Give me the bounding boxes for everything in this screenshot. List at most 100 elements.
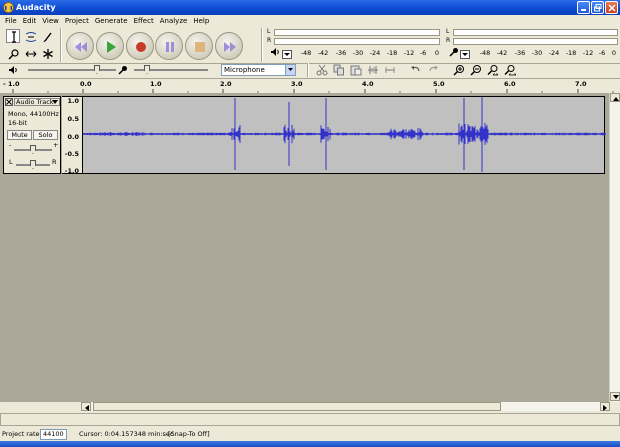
- redo-button[interactable]: [427, 64, 440, 76]
- playback-meter-right-bar: [274, 38, 440, 45]
- output-volume-icon: [9, 66, 17, 74]
- menu-file[interactable]: File: [2, 15, 20, 27]
- silence-button[interactable]: [384, 64, 397, 76]
- title-bar[interactable]: Audacity: [0, 0, 620, 15]
- meter-tick: 0: [611, 49, 617, 57]
- gain-plus-label: +: [53, 141, 59, 149]
- horizontal-scrollbar[interactable]: [81, 402, 610, 411]
- scroll-left-button[interactable]: [81, 402, 91, 411]
- toolbar-separator: [307, 63, 309, 77]
- envelope-icon: [25, 32, 37, 42]
- track-name-menu[interactable]: Audio Track: [14, 98, 60, 106]
- menu-effect[interactable]: Effect: [131, 15, 157, 27]
- undo-icon: [411, 66, 420, 72]
- record-meter-right-label: R: [446, 37, 451, 44]
- menu-help[interactable]: Help: [190, 15, 212, 27]
- waveform-path: [83, 97, 606, 172]
- playback-meter-right-label: R: [267, 37, 272, 44]
- draw-tool-button[interactable]: [40, 29, 54, 43]
- scroll-up-button[interactable]: [610, 93, 620, 102]
- meter-tick: -30: [531, 49, 543, 57]
- fit-selection-button[interactable]: [487, 64, 500, 76]
- pan-slider-thumb[interactable]: [30, 160, 36, 169]
- playback-meter-left-bar: [274, 29, 440, 36]
- track-workspace[interactable]: Audio Track Mono, 44100Hz 16-bit Mute So…: [0, 93, 612, 402]
- scroll-right-button[interactable]: [600, 402, 610, 411]
- input-volume-mic-icon: [118, 66, 127, 75]
- track-name: Audio Track: [16, 98, 54, 106]
- menu-generate[interactable]: Generate: [92, 15, 131, 27]
- minimize-button[interactable]: [577, 1, 590, 14]
- cursor-position: Cursor: 0:04.157348 min:sec: [79, 430, 174, 438]
- trim-icon: [368, 66, 378, 74]
- input-source-select[interactable]: Microphone: [221, 64, 296, 76]
- fit-project-button[interactable]: [504, 64, 517, 76]
- cut-button[interactable]: [316, 64, 329, 76]
- timeline-ruler[interactable]: - 1.0 0.0 1.0 2.0 3.0 4.0 5.0 6.0 7.0: [0, 78, 620, 94]
- scale-label: -1.0: [64, 167, 79, 175]
- close-icon: [608, 4, 616, 12]
- selection-tool-button[interactable]: [6, 29, 20, 43]
- snap-status: [Snap-To Off]: [168, 430, 210, 438]
- trim-button[interactable]: [367, 64, 380, 76]
- mute-button[interactable]: Mute: [7, 130, 32, 140]
- solo-button[interactable]: Solo: [33, 130, 58, 140]
- input-source-value: Microphone: [224, 66, 265, 74]
- pan-right-label: R: [52, 158, 57, 166]
- zoom-out-button[interactable]: [470, 64, 483, 76]
- chevron-down-icon: [52, 100, 58, 104]
- selection-bar: [0, 413, 620, 426]
- track-close-button[interactable]: [5, 98, 13, 106]
- record-meter-scale: -48 -42 -36 -30 -24 -18 -12 -6 0: [0, 49, 620, 57]
- pencil-icon: [43, 32, 52, 43]
- silence-icon: [385, 67, 395, 73]
- window-title: Audacity: [16, 3, 56, 12]
- menu-project[interactable]: Project: [62, 15, 92, 27]
- status-bar: Project rate: 44100 Cursor: 0:04.157348 …: [0, 428, 620, 441]
- zoom-fit-project-icon: [504, 65, 516, 76]
- close-button[interactable]: [605, 1, 618, 14]
- arrow-left-icon: [85, 405, 89, 411]
- output-volume-thumb[interactable]: [94, 65, 100, 74]
- waveform-display[interactable]: [82, 96, 606, 174]
- track-control-panel[interactable]: Audio Track Mono, 44100Hz 16-bit Mute So…: [3, 96, 61, 174]
- amplitude-scale: 1.0 0.5 0.0 -0.5 -1.0: [62, 96, 82, 175]
- envelope-tool-button[interactable]: [23, 29, 37, 43]
- record-meter-left-bar: [453, 29, 618, 36]
- ruler-label: 1.0: [150, 80, 162, 88]
- menu-analyze[interactable]: Analyze: [157, 15, 191, 27]
- ruler-label: 5.0: [433, 80, 445, 88]
- record-meter-right-bar: [453, 38, 618, 45]
- meter-tick: -42: [496, 49, 508, 57]
- ruler-label: 2.0: [220, 80, 232, 88]
- copy-button[interactable]: [333, 64, 346, 76]
- gain-slider-thumb[interactable]: [30, 145, 36, 154]
- input-volume-thumb[interactable]: [144, 65, 150, 74]
- meter-tick: -18: [565, 49, 577, 57]
- ruler-ticks: [12, 89, 614, 94]
- menu-bar: File Edit View Project Generate Effect A…: [0, 15, 620, 27]
- undo-button[interactable]: [410, 64, 423, 76]
- zoom-out-icon: [470, 65, 481, 76]
- project-rate-input[interactable]: 44100: [40, 429, 67, 440]
- vertical-scrollbar[interactable]: [609, 93, 620, 402]
- scissors-icon: [316, 64, 328, 76]
- paste-button[interactable]: [350, 64, 363, 76]
- output-volume-slider[interactable]: [28, 69, 116, 71]
- horizontal-scroll-thumb[interactable]: [93, 402, 501, 411]
- playback-meter-left-label: L: [267, 28, 271, 35]
- dropdown-arrow[interactable]: [285, 65, 295, 75]
- zoom-in-button[interactable]: [453, 64, 466, 76]
- menu-edit[interactable]: Edit: [20, 15, 40, 27]
- restore-icon: [594, 4, 602, 12]
- audacity-logo-icon: [3, 2, 14, 13]
- maximize-button[interactable]: [591, 1, 604, 14]
- meter-tick: -48: [479, 49, 491, 57]
- ruler-label: 3.0: [291, 80, 303, 88]
- zoom-fit-selection-icon: [487, 65, 499, 76]
- scale-label: 1.0: [67, 97, 79, 105]
- paste-icon: [350, 65, 362, 76]
- menu-view[interactable]: View: [39, 15, 62, 27]
- scroll-down-button[interactable]: [610, 392, 620, 401]
- taskbar-edge: [0, 441, 620, 447]
